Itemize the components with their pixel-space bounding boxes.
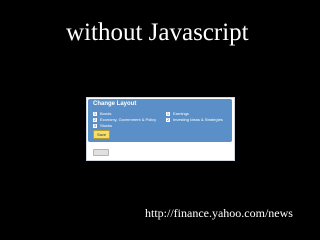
change-layout-panel: Change Layout 1 Bonds 2 Economy, Governm… bbox=[88, 99, 232, 142]
position-number: 2 bbox=[166, 117, 170, 122]
option-label: Bonds bbox=[100, 111, 112, 116]
layout-option-stocks[interactable]: 3 Stocks bbox=[93, 123, 112, 128]
layout-option-earnings[interactable]: 1 Earnings bbox=[166, 111, 189, 116]
page-screenshot: Change Layout 1 Bonds 2 Economy, Governm… bbox=[86, 97, 235, 161]
position-number: 2 bbox=[93, 117, 97, 122]
layout-option-investing-ideas[interactable]: 2 Investing Ideas & Strategies bbox=[166, 117, 223, 122]
slide-title: without Javascript bbox=[66, 19, 249, 46]
source-link[interactable]: http://finance.yahoo.com/news bbox=[145, 206, 293, 221]
save-button[interactable]: Save bbox=[93, 130, 110, 139]
option-label: Stocks bbox=[100, 123, 113, 128]
position-number: 3 bbox=[93, 123, 97, 128]
secondary-button[interactable] bbox=[93, 149, 109, 156]
option-label: Earnings bbox=[173, 111, 189, 116]
option-label: Investing Ideas & Strategies bbox=[173, 117, 223, 122]
option-label: Economy, Government & Policy bbox=[100, 117, 157, 122]
position-number: 1 bbox=[166, 111, 170, 116]
layout-option-economy[interactable]: 2 Economy, Government & Policy bbox=[93, 117, 156, 122]
panel-title: Change Layout bbox=[93, 101, 137, 107]
layout-option-bonds[interactable]: 1 Bonds bbox=[93, 111, 111, 116]
position-number: 1 bbox=[93, 111, 97, 116]
